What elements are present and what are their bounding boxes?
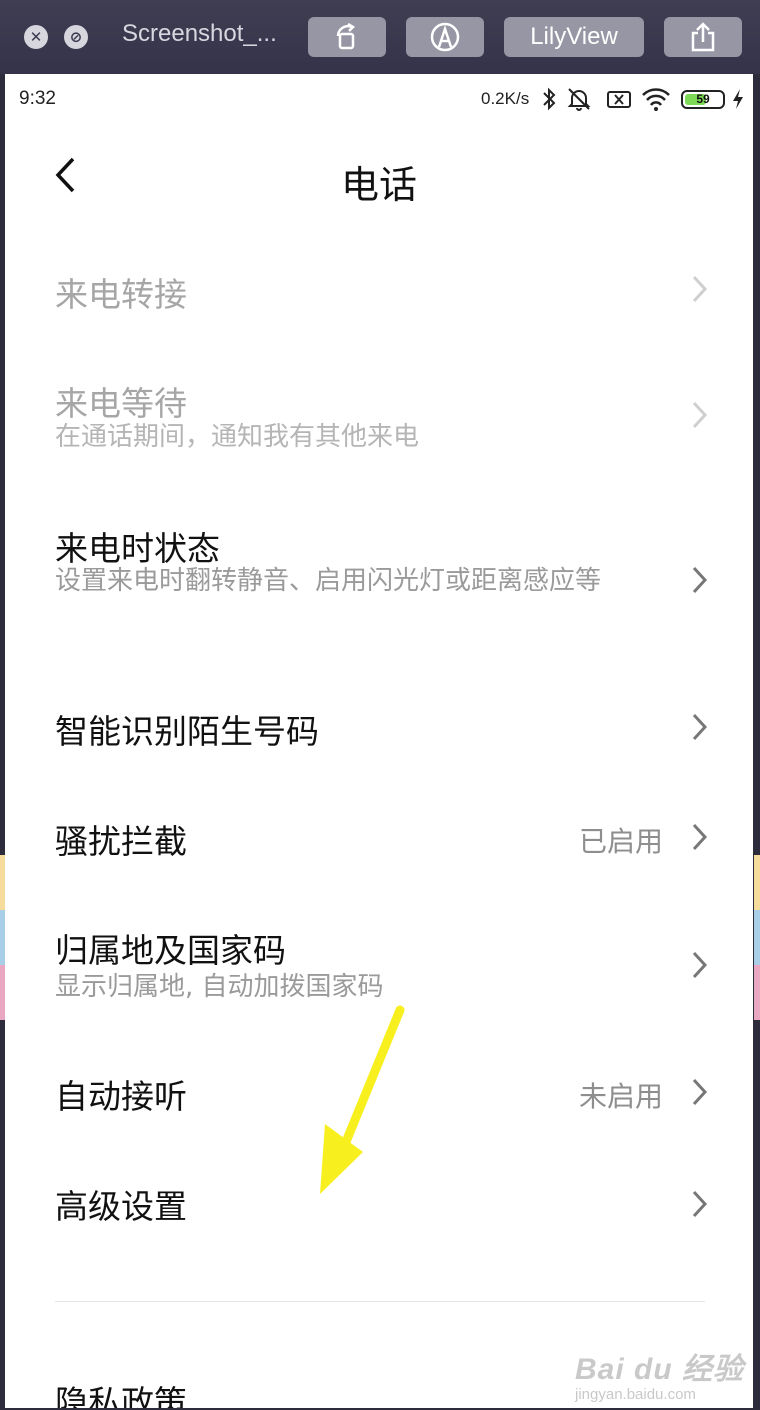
setting-call-forwarding[interactable]: 来电转接 [5, 234, 753, 344]
page-header: 电话 [5, 126, 753, 236]
chevron-right-icon [692, 275, 708, 303]
markup-button[interactable] [406, 17, 484, 57]
network-speed: 0.2K/s [481, 89, 530, 108]
setting-description: 显示归属地, 自动加拨国家码 [55, 972, 384, 1002]
chevron-right-icon [692, 951, 708, 979]
chevron-right-icon [692, 566, 708, 594]
rotate-icon [336, 23, 356, 50]
wifi-icon [642, 88, 670, 111]
markup-icon [430, 22, 460, 52]
battery-icon: 59 [681, 90, 725, 109]
status-time: 9:32 [19, 88, 56, 109]
section-divider [55, 1301, 705, 1302]
setting-label: 自动接听 [55, 1077, 187, 1116]
rotate-button[interactable] [308, 17, 386, 57]
share-icon [691, 22, 715, 52]
watermark-sub: jingyan.baidu.com [575, 1386, 696, 1403]
chevron-right-icon [692, 401, 708, 429]
phone-screen: 9:32 0.2K/s 59 电话 来电转接 来电等待 在通话期间，通知我有其他… [5, 74, 753, 1408]
setting-label: 骚扰拦截 [55, 822, 187, 861]
mute-bell-icon [567, 88, 591, 111]
setting-description: 在通话期间，通知我有其他来电 [55, 422, 420, 452]
share-button[interactable] [664, 17, 742, 57]
setting-label: 高级设置 [55, 1187, 187, 1226]
setting-harassment-block[interactable]: 骚扰拦截 已启用 [5, 784, 753, 894]
edge-mark-pink [754, 965, 760, 1020]
annotation-arrow [320, 1005, 405, 1194]
no-sim-icon [607, 91, 631, 108]
setting-value: 已启用 [578, 825, 663, 858]
edge-mark-blue [754, 910, 760, 965]
charging-icon [733, 89, 743, 109]
close-icon[interactable]: ✕ [24, 25, 48, 49]
setting-value: 未启用 [578, 1080, 663, 1113]
setting-label: 隐私政策 [55, 1383, 187, 1408]
watermark-main: Bai du 经验 [575, 1353, 745, 1386]
status-bar: 9:32 0.2K/s 59 [5, 74, 753, 126]
baidu-watermark: Bai du 经验 jingyan.baidu.com [575, 1344, 744, 1403]
setting-smart-number-recognition[interactable]: 智能识别陌生号码 [5, 674, 753, 784]
setting-label: 来电转接 [55, 275, 187, 314]
edge-mark-yellow [754, 855, 760, 910]
lilyview-button[interactable]: LilyView [504, 17, 644, 57]
hide-icon[interactable]: ⊘ [64, 25, 88, 49]
bluetooth-icon [543, 87, 556, 111]
chevron-right-icon [692, 1190, 708, 1218]
viewer-title: Screenshot_... [122, 20, 277, 47]
setting-description: 设置来电时翻转静音、启用闪光灯或距离感应等 [55, 566, 602, 596]
setting-label: 归属地及国家码 [55, 931, 286, 970]
chevron-right-icon [692, 1078, 708, 1106]
chevron-right-icon [692, 823, 708, 851]
chevron-right-icon [692, 713, 708, 741]
battery-level: 59 [696, 92, 710, 106]
setting-call-waiting[interactable]: 来电等待 在通话期间，通知我有其他来电 [5, 344, 753, 476]
page-title: 电话 [340, 163, 417, 207]
setting-incoming-call-state[interactable]: 来电时状态 设置来电时翻转静音、启用闪光灯或距离感应等 [5, 494, 753, 669]
viewer-toolbar: ✕ ⊘ Screenshot_... LilyView [0, 0, 760, 74]
setting-label: 智能识别陌生号码 [55, 712, 319, 751]
